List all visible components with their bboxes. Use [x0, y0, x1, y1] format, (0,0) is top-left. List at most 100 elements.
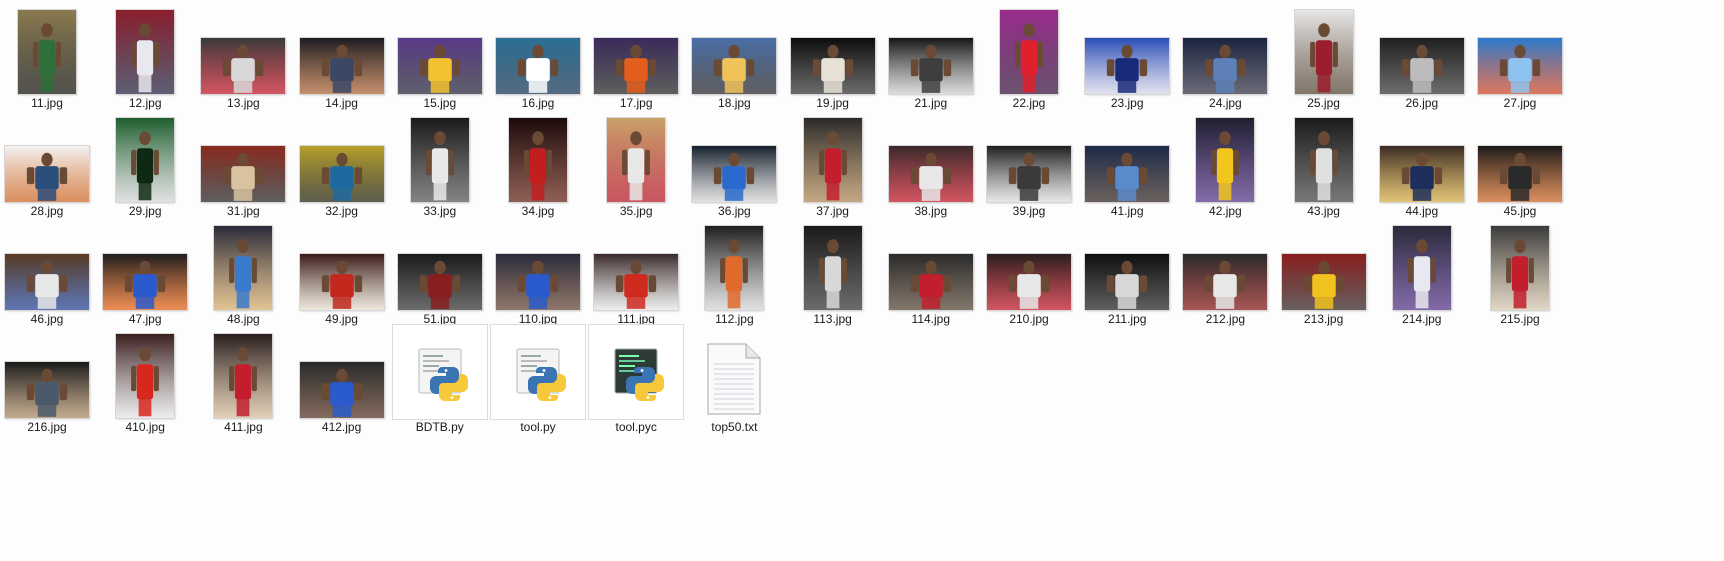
file-name-label: 213.jpg	[1303, 312, 1344, 326]
thumbnail-frame	[981, 108, 1077, 204]
photo-image	[987, 254, 1071, 310]
photo-image	[116, 334, 175, 418]
photo-image	[397, 254, 482, 310]
file-item[interactable]: 22.jpg	[980, 0, 1078, 110]
image-thumbnail	[509, 118, 567, 202]
file-name-label: 114.jpg	[911, 312, 951, 326]
photo-image	[410, 118, 469, 202]
file-item[interactable]: 114.jpg	[882, 216, 980, 326]
file-item[interactable]: 214.jpg	[1373, 216, 1471, 326]
file-item[interactable]: 25.jpg	[1275, 0, 1373, 110]
file-name-label: 411.jpg	[224, 420, 263, 434]
file-item[interactable]: 42.jpg	[1176, 108, 1274, 218]
file-item[interactable]: 31.jpg	[194, 108, 292, 218]
file-item[interactable]: 49.jpg	[293, 216, 391, 326]
file-name-label: tool.py	[520, 420, 556, 434]
thumbnail-frame	[785, 0, 881, 96]
file-item[interactable]: 46.jpg	[0, 216, 96, 326]
photo-image	[594, 38, 679, 94]
file-item[interactable]: 23.jpg	[1078, 0, 1176, 110]
image-thumbnail	[299, 146, 384, 202]
file-item[interactable]: 36.jpg	[685, 108, 783, 218]
file-item[interactable]: 47.jpg	[96, 216, 194, 326]
file-item[interactable]: 411.jpg	[194, 324, 292, 434]
photo-image	[509, 118, 567, 202]
image-thumbnail	[299, 254, 384, 310]
file-item[interactable]: 113.jpg	[784, 216, 882, 326]
file-item[interactable]: top50.txt	[685, 324, 783, 434]
image-thumbnail	[1379, 38, 1464, 94]
photo-image	[888, 38, 973, 94]
file-item[interactable]: 41.jpg	[1078, 108, 1176, 218]
file-item[interactable]: 17.jpg	[587, 0, 685, 110]
file-name-label: 412.jpg	[321, 420, 362, 434]
file-item[interactable]: 14.jpg	[293, 0, 391, 110]
file-item[interactable]: tool.pyc	[587, 324, 685, 434]
file-item[interactable]: 16.jpg	[489, 0, 587, 110]
file-item[interactable]: 216.jpg	[0, 324, 96, 434]
thumbnail-frame	[686, 324, 782, 420]
image-thumbnail	[1379, 146, 1464, 202]
file-item[interactable]: BDTB.py	[391, 324, 489, 434]
photo-image	[607, 118, 666, 202]
file-item[interactable]: 210.jpg	[980, 216, 1078, 326]
file-name-label: 214.jpg	[1402, 312, 1442, 326]
photo-image	[496, 254, 580, 310]
file-item[interactable]: 15.jpg	[391, 0, 489, 110]
thumbnail-frame	[392, 216, 488, 312]
file-item[interactable]: 43.jpg	[1275, 108, 1373, 218]
image-thumbnail	[594, 38, 679, 94]
file-item[interactable]: 215.jpg	[1471, 216, 1569, 326]
file-item[interactable]: 24.jpg	[1176, 0, 1274, 110]
file-item[interactable]: 213.jpg	[1275, 216, 1373, 326]
file-item[interactable]: 11.jpg	[0, 0, 96, 110]
file-item[interactable]: 110.jpg	[489, 216, 587, 326]
thumbnail-frame	[785, 108, 881, 204]
file-item[interactable]: 212.jpg	[1176, 216, 1274, 326]
file-item[interactable]: 19.jpg	[784, 0, 882, 110]
file-item[interactable]: 112.jpg	[685, 216, 783, 326]
image-thumbnail	[116, 118, 175, 202]
image-thumbnail	[803, 226, 862, 310]
file-item[interactable]: 38.jpg	[882, 108, 980, 218]
thumbnail-frame	[0, 0, 95, 96]
file-item[interactable]: 412.jpg	[293, 324, 391, 434]
file-item[interactable]: 35.jpg	[587, 108, 685, 218]
thumbnail-frame	[1472, 0, 1568, 96]
photo-image	[803, 226, 862, 310]
thumbnail-frame	[294, 324, 390, 420]
file-item[interactable]: 111.jpg	[587, 216, 685, 326]
file-item[interactable]: 39.jpg	[980, 108, 1078, 218]
file-item[interactable]: tool.py	[489, 324, 587, 434]
file-item[interactable]: 18.jpg	[685, 0, 783, 110]
file-item[interactable]: 26.jpg	[1373, 0, 1471, 110]
file-item[interactable]: 410.jpg	[96, 324, 194, 434]
file-item[interactable]: 13.jpg	[194, 0, 292, 110]
file-name-label: 215.jpg	[1500, 312, 1540, 326]
file-item[interactable]: 27.jpg	[1471, 0, 1569, 110]
image-thumbnail	[1478, 38, 1562, 94]
file-item[interactable]: 211.jpg	[1078, 216, 1176, 326]
file-item[interactable]: 45.jpg	[1471, 108, 1569, 218]
thumbnail-frame	[1276, 108, 1372, 204]
file-item[interactable]: 44.jpg	[1373, 108, 1471, 218]
file-item[interactable]: 33.jpg	[391, 108, 489, 218]
photo-image	[1478, 146, 1562, 202]
file-item[interactable]: 29.jpg	[96, 108, 194, 218]
file-item[interactable]: 21.jpg	[882, 0, 980, 110]
file-item[interactable]: 12.jpg	[96, 0, 194, 110]
file-item[interactable]: 32.jpg	[293, 108, 391, 218]
photo-image	[1085, 146, 1170, 202]
thumbnail-frame	[588, 0, 684, 96]
photo-image	[888, 146, 973, 202]
file-item[interactable]: 28.jpg	[0, 108, 96, 218]
file-item[interactable]: 37.jpg	[784, 108, 882, 218]
thumbnail-frame	[1177, 0, 1273, 96]
file-item[interactable]: 51.jpg	[391, 216, 489, 326]
file-name-label: 410.jpg	[125, 420, 165, 434]
thumbnail-frame	[195, 324, 291, 420]
file-name-label: tool.pyc	[615, 420, 657, 434]
file-item[interactable]: 48.jpg	[194, 216, 292, 326]
thumbnail-frame	[1276, 0, 1372, 96]
file-item[interactable]: 34.jpg	[489, 108, 587, 218]
